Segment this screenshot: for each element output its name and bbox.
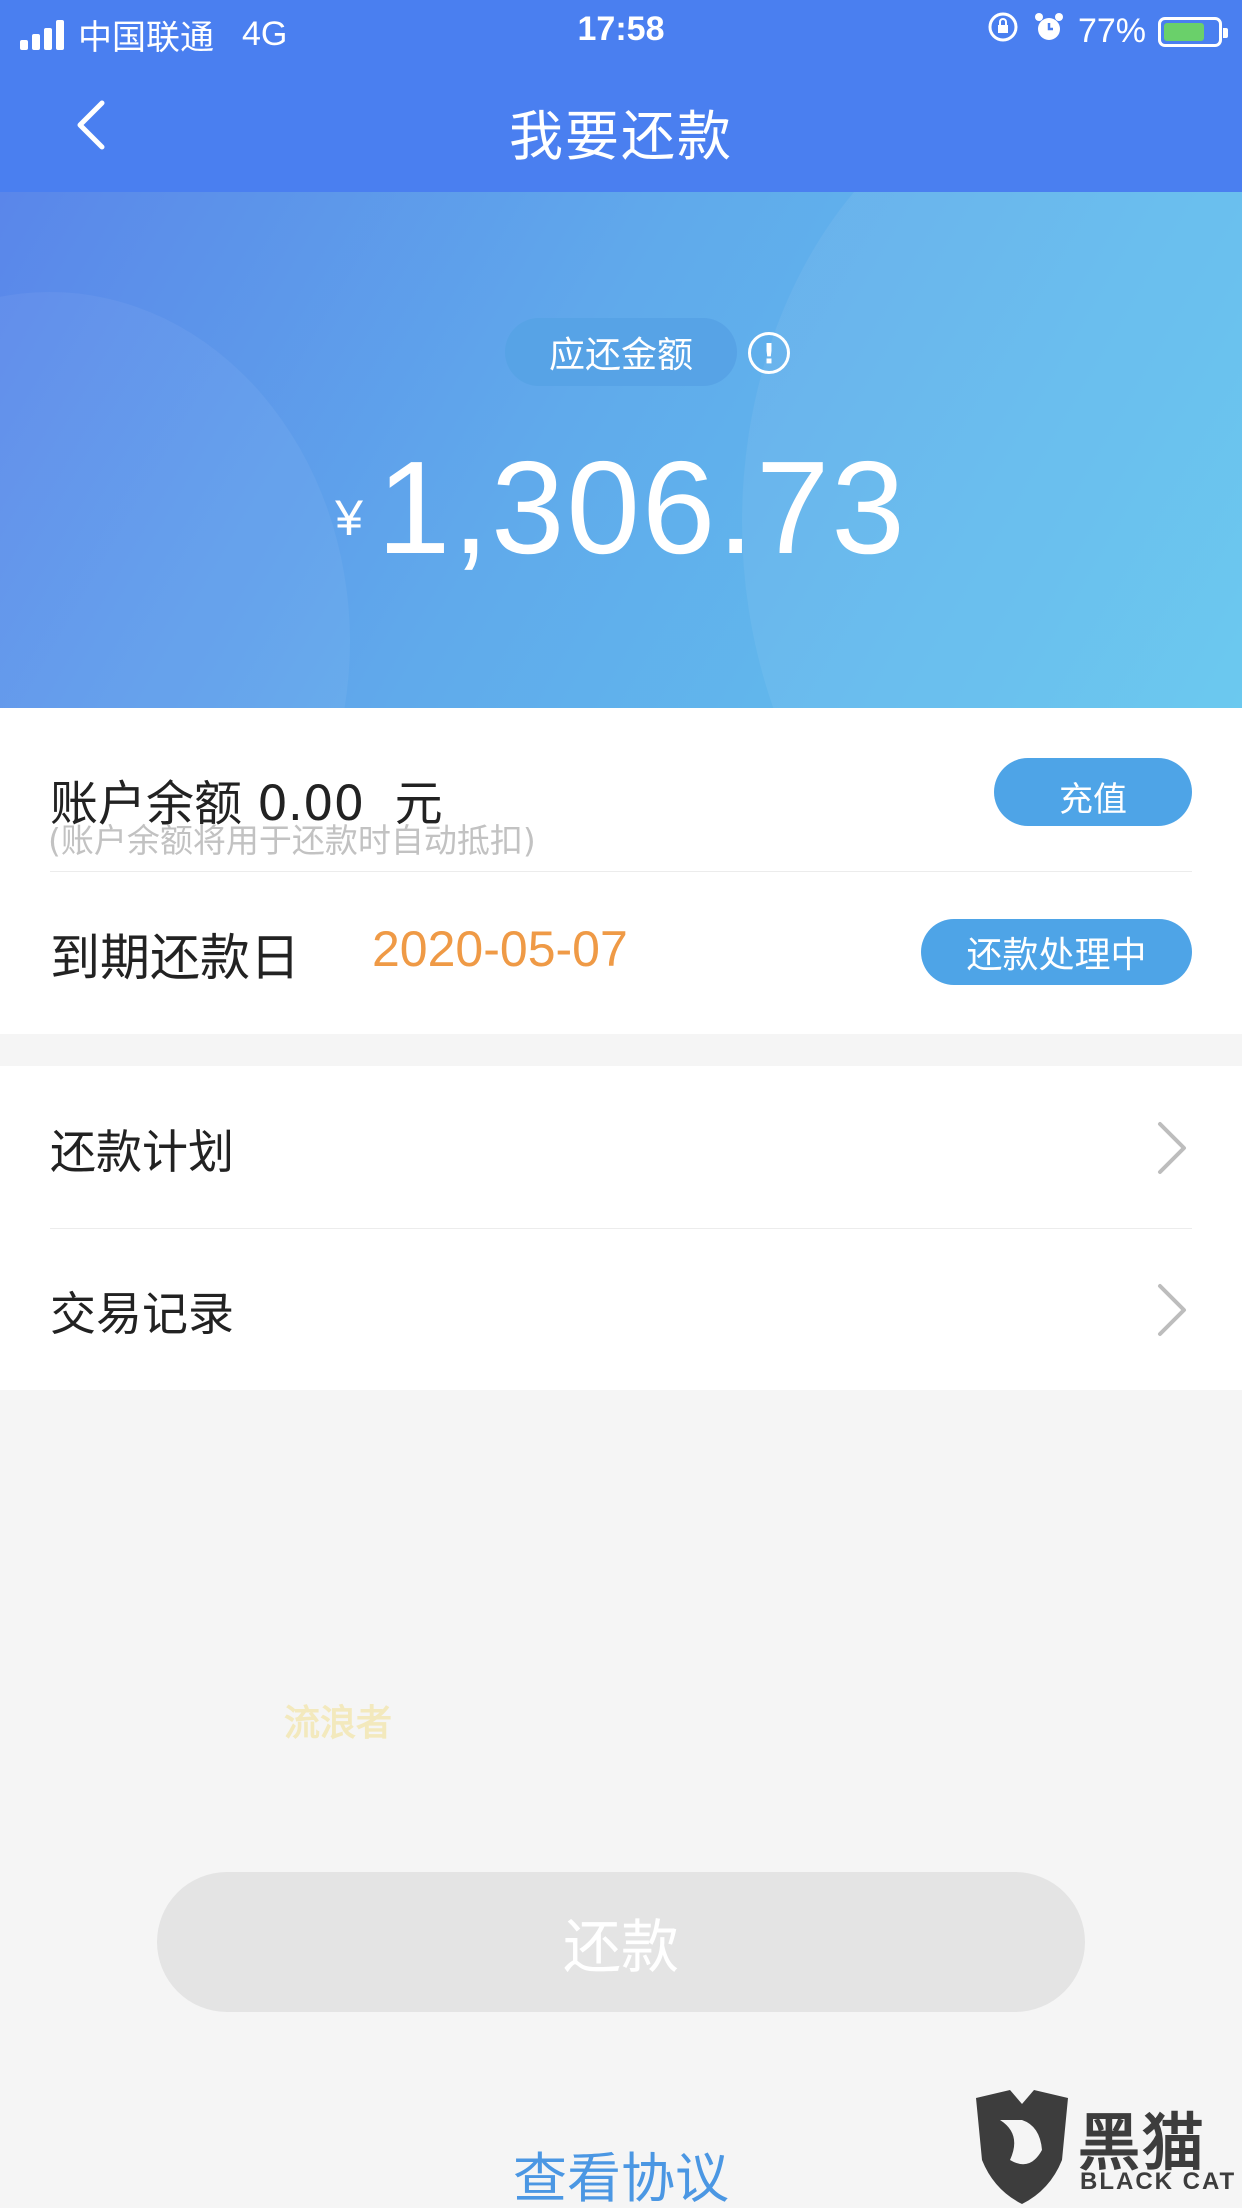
logo-subtitle: BLACK CAT	[1080, 2168, 1237, 2195]
divider	[50, 871, 1192, 872]
status-bar-right: 77%	[986, 10, 1228, 53]
account-balance-note: (账户余额将用于还款时自动抵扣)	[48, 821, 536, 860]
menu-card: 还款计划 交易记录	[0, 1066, 1242, 1390]
menu-item-label: 还款计划	[50, 1125, 234, 1179]
battery-percent: 77%	[1077, 12, 1146, 50]
battery-icon	[1158, 16, 1228, 47]
currency-symbol: ¥	[335, 490, 363, 546]
cat-shield-icon	[976, 2090, 1068, 2204]
page-title: 我要还款	[509, 105, 733, 168]
amount-due: ¥1,306.73	[0, 432, 1242, 583]
due-date-label: 到期还款日	[50, 929, 300, 987]
amount-value: 1,306.73	[376, 434, 907, 581]
rotation-lock-icon	[986, 10, 1020, 53]
chevron-right-icon	[1158, 1122, 1186, 1174]
nav-bar: 我要还款	[0, 62, 1242, 192]
due-date-value: 2020-05-07	[372, 921, 628, 977]
repayment-processing-badge[interactable]: 还款处理中	[921, 919, 1192, 985]
recharge-button[interactable]: 充值	[994, 758, 1192, 826]
menu-item-label: 交易记录	[50, 1287, 234, 1341]
account-card: 账户余额 0.00 元 (账户余额将用于还款时自动抵扣) 充值 到期还款日 20…	[0, 708, 1242, 1034]
status-bar: 中国联通 4G 17:58 77%	[0, 0, 1242, 62]
info-icon[interactable]: !	[748, 332, 790, 374]
amount-due-label: 应还金额	[505, 318, 737, 386]
alarm-icon	[1032, 10, 1066, 53]
battery-level	[1164, 22, 1204, 41]
watermark-text: 流浪者	[284, 1703, 393, 1744]
black-cat-logo: 黑猫 BLACK CAT	[968, 2090, 1242, 2208]
repay-button[interactable]: 还款	[157, 1872, 1085, 2012]
menu-item-transaction-records[interactable]: 交易记录	[0, 1228, 1242, 1390]
repayment-page: 中国联通 4G 17:58 77% 我要还款 应还金额 ! ¥ 1,306.73…	[0, 0, 1242, 2208]
amount-due-hero: 应还金额 ! ¥1,306.73	[0, 192, 1242, 708]
menu-item-repayment-plan[interactable]: 还款计划	[0, 1066, 1242, 1228]
chevron-right-icon	[1158, 1284, 1186, 1336]
